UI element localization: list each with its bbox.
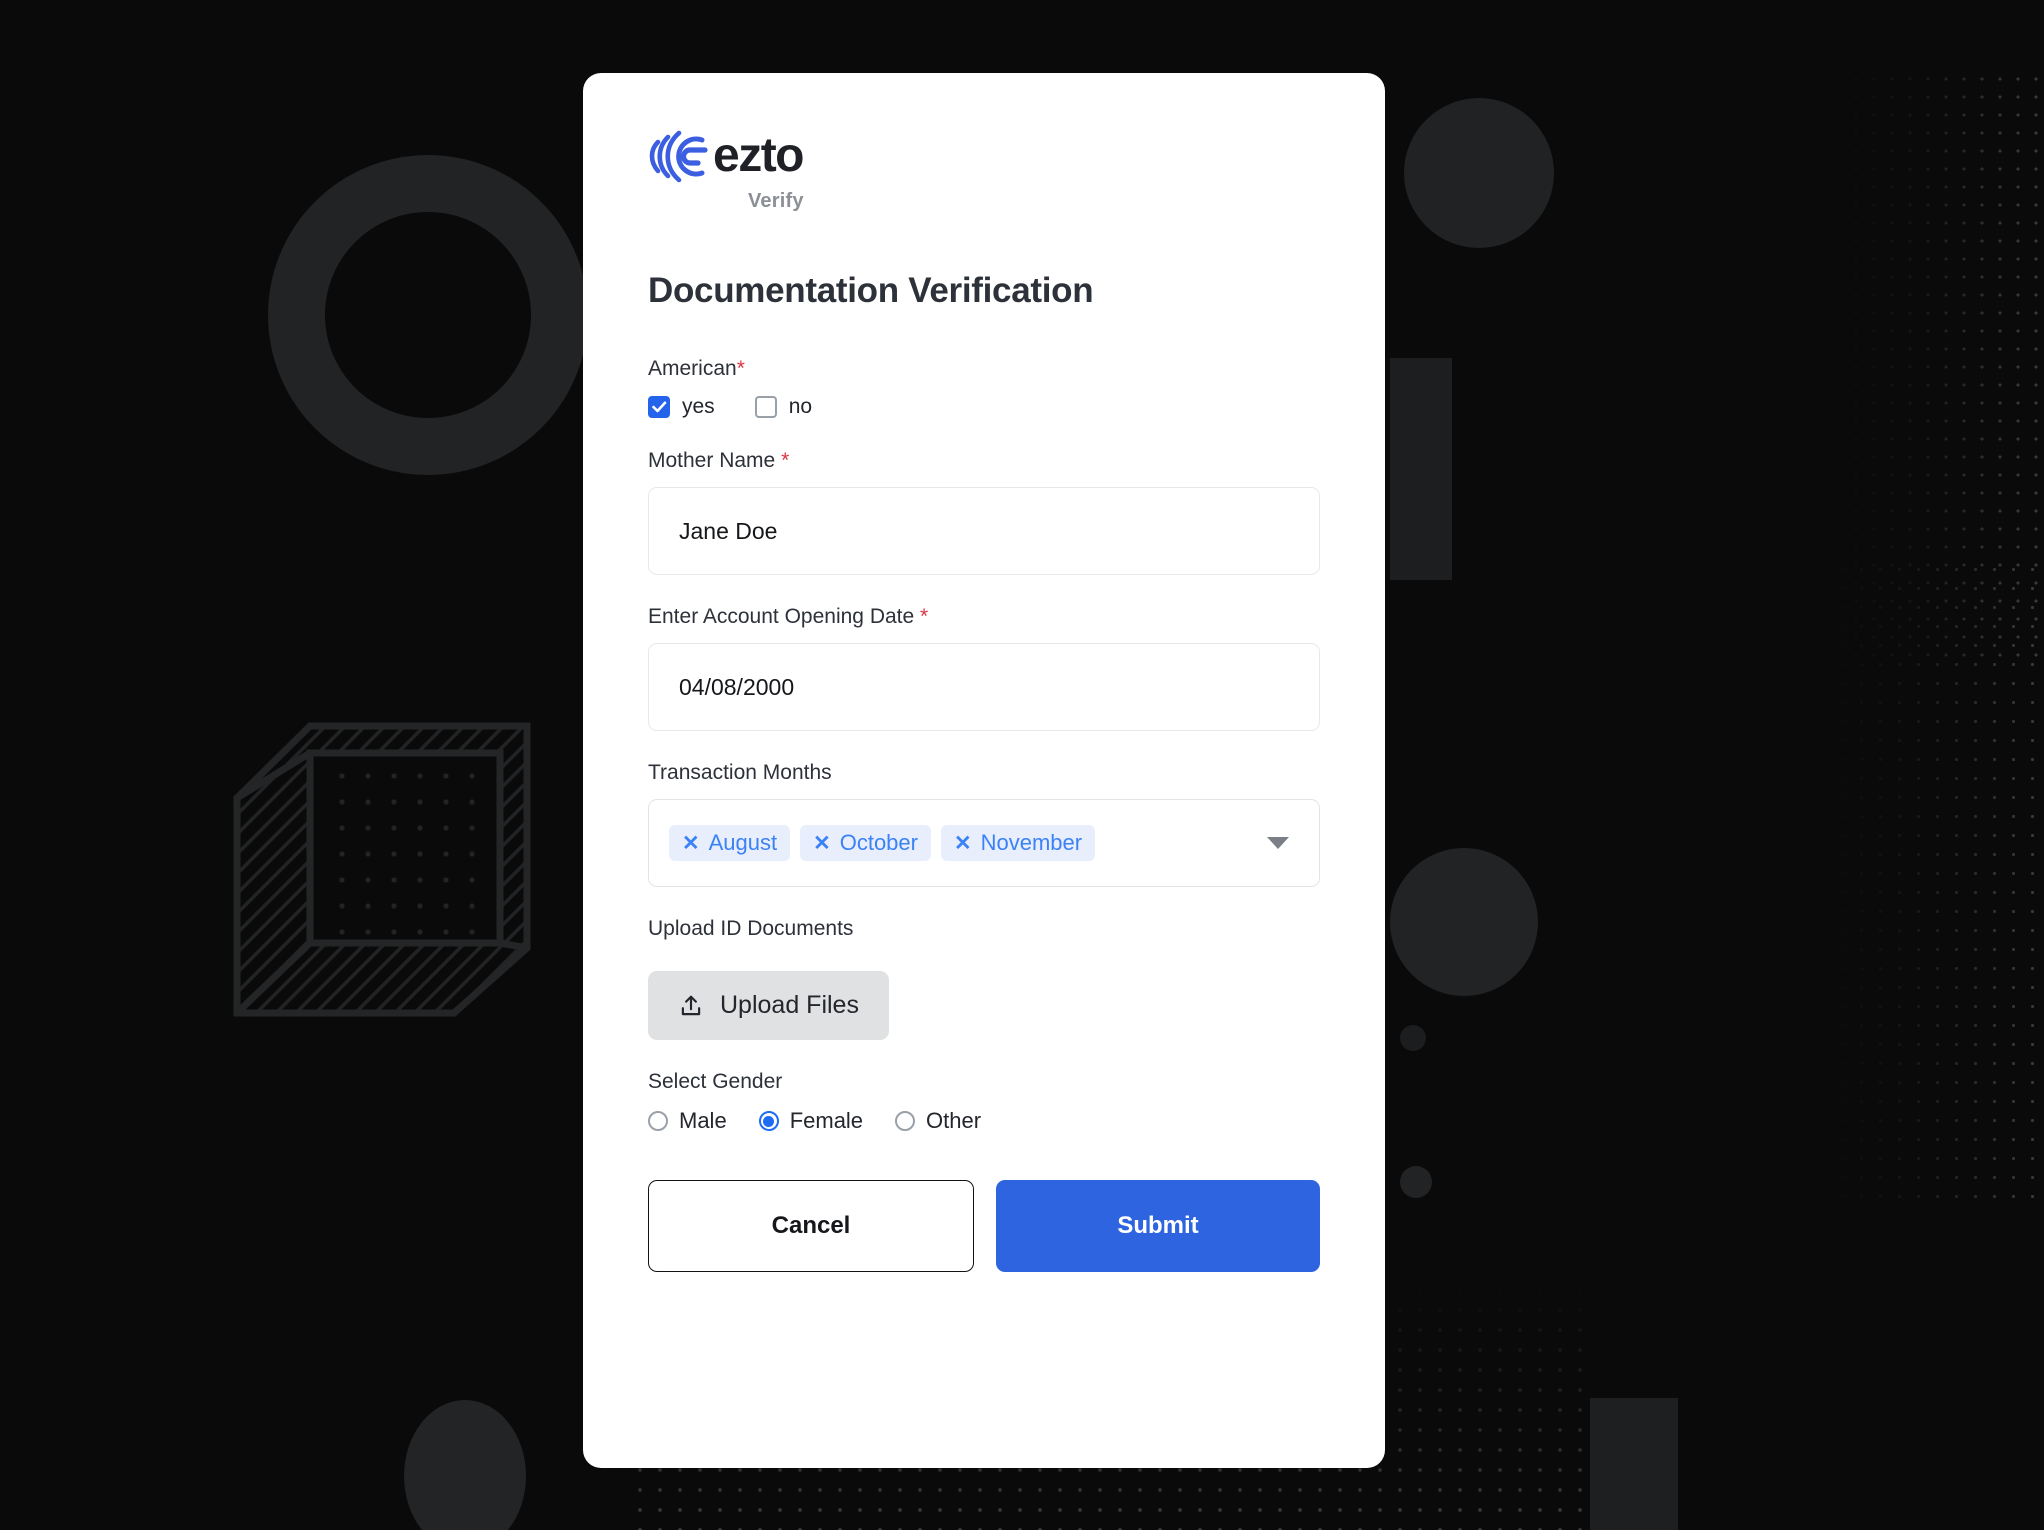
checkbox-no-label: no — [788, 395, 813, 418]
radio-female-label: Female — [789, 1108, 864, 1133]
decorative-dot-small-lower — [1400, 1166, 1432, 1198]
page-title: Documentation Verification — [648, 271, 1094, 310]
field-label-upload-documents: Upload ID Documents — [648, 917, 854, 940]
field-upload-documents: Upload ID Documents Upload Files — [648, 917, 1320, 1040]
field-account-opening-date: Enter Account Opening Date * — [648, 605, 1320, 731]
decorative-circle-top-right — [1404, 98, 1554, 248]
upload-icon — [681, 995, 701, 1015]
field-select-gender: Select Gender Male Female Other — [648, 1070, 1320, 1134]
radio-gender-other[interactable]: Other — [895, 1108, 981, 1134]
brand-wordmark: ezto — [713, 129, 805, 182]
decorative-rectangle-right — [1390, 358, 1452, 580]
mother-name-input[interactable] — [648, 487, 1320, 575]
decorative-circle-bottom-left — [404, 1400, 526, 1530]
checkbox-american-yes[interactable]: yes — [648, 395, 715, 419]
checkbox-yes-label: yes — [682, 395, 715, 418]
decorative-circle-mid-right — [1390, 848, 1538, 996]
decorative-cube-outline — [233, 722, 531, 1017]
brand-logo: ezto Verify — [648, 128, 1320, 213]
check-icon — [651, 401, 666, 413]
field-label-account-opening-date: Enter Account Opening Date * — [648, 605, 929, 628]
tag-month[interactable]: ✕ November — [940, 825, 1096, 861]
required-asterisk: * — [781, 449, 790, 472]
form-actions: Cancel Submit — [648, 1180, 1320, 1272]
decorative-dot-small-upper — [1400, 1025, 1426, 1051]
required-asterisk: * — [920, 605, 929, 628]
ezto-wave-logo-icon — [649, 130, 708, 183]
verification-form-card: ezto Verify Documentation Verification A… — [583, 73, 1385, 1468]
checkbox-no-box[interactable] — [754, 396, 777, 418]
decorative-ring-shape — [268, 155, 588, 475]
chevron-down-icon[interactable] — [1267, 837, 1289, 849]
field-american: American* yes no — [648, 357, 1320, 419]
remove-tag-icon[interactable]: ✕ — [813, 833, 831, 854]
field-transaction-months: Transaction Months ✕ August ✕ October ✕ … — [648, 761, 1320, 887]
field-label-mother-name: Mother Name * — [648, 449, 790, 472]
transaction-months-multiselect[interactable]: ✕ August ✕ October ✕ November — [648, 799, 1320, 887]
radio-male-label: Male — [679, 1108, 727, 1133]
account-opening-date-input[interactable] — [648, 643, 1320, 731]
tag-label: November — [980, 830, 1083, 855]
required-asterisk: * — [736, 357, 745, 380]
gender-radio-group: Male Female Other — [648, 1108, 1320, 1134]
radio-other-label: Other — [926, 1108, 982, 1133]
radio-male-dot[interactable] — [648, 1111, 668, 1131]
tag-month[interactable]: ✕ October — [800, 825, 931, 861]
tag-label: August — [708, 830, 778, 855]
field-mother-name: Mother Name * — [648, 449, 1320, 575]
field-label-select-gender: Select Gender — [648, 1070, 783, 1093]
upload-files-button-label: Upload Files — [720, 991, 859, 1019]
decorative-rectangle-bottom-right — [1590, 1398, 1678, 1530]
checkbox-american-no[interactable]: no — [754, 395, 813, 419]
remove-tag-icon[interactable]: ✕ — [954, 833, 972, 854]
tag-label: October — [839, 830, 918, 855]
submit-button[interactable]: Submit — [996, 1180, 1320, 1272]
radio-gender-female[interactable]: Female — [758, 1108, 864, 1134]
tag-month[interactable]: ✕ August — [669, 825, 791, 861]
radio-female-dot[interactable] — [758, 1111, 779, 1131]
upload-files-button[interactable]: Upload Files — [648, 971, 889, 1040]
american-checkbox-group: yes no — [648, 395, 1320, 419]
radio-other-dot[interactable] — [895, 1111, 916, 1131]
field-label-american: American* — [648, 357, 745, 380]
decorative-halftone-right-bottom — [1814, 560, 2044, 1200]
remove-tag-icon[interactable]: ✕ — [682, 833, 700, 854]
checkbox-yes-box[interactable] — [648, 396, 670, 418]
field-label-transaction-months: Transaction Months — [648, 761, 832, 784]
cancel-button[interactable]: Cancel — [648, 1180, 974, 1272]
radio-gender-male[interactable]: Male — [648, 1108, 727, 1134]
brand-subtitle: Verify — [748, 190, 804, 212]
